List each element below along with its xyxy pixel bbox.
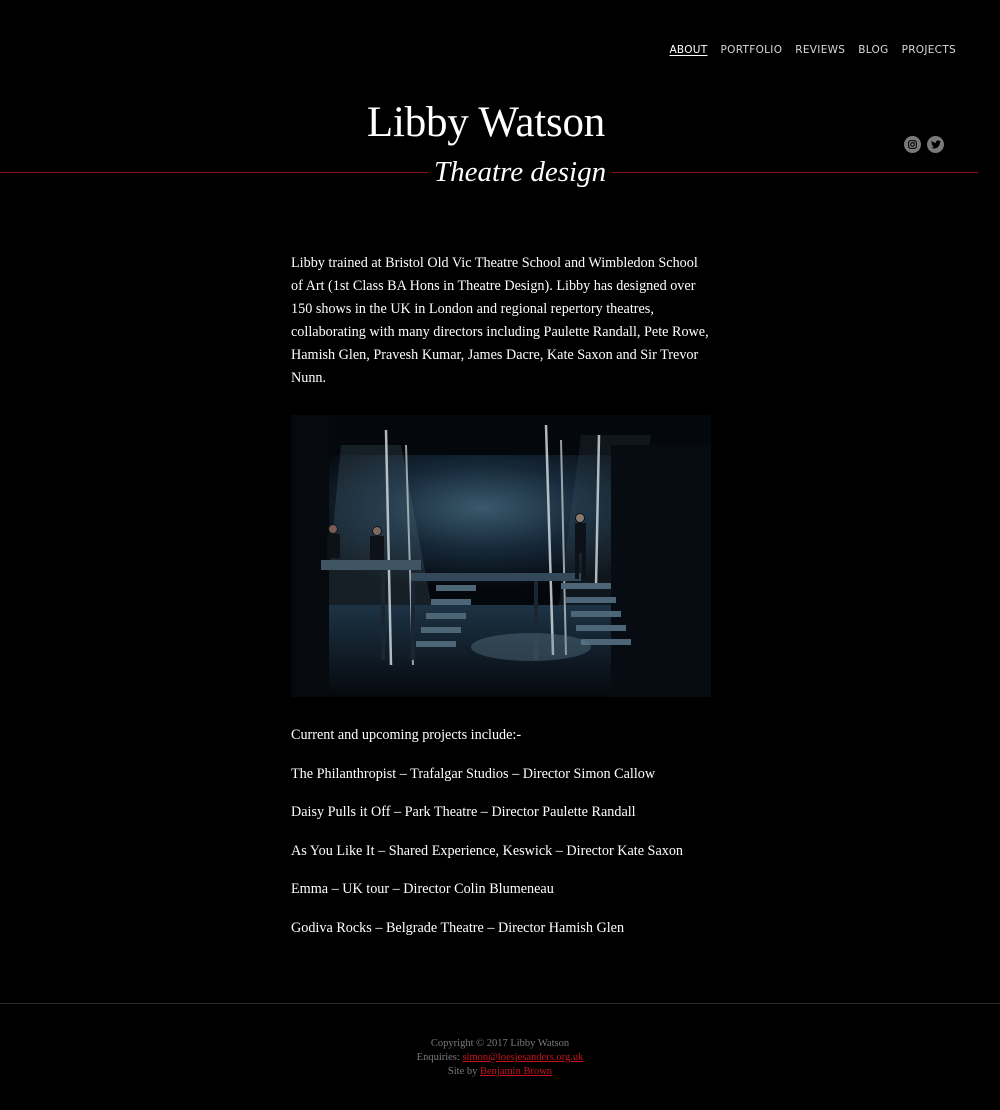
tagline-row: Theatre design — [0, 157, 978, 187]
footer-divider — [0, 1003, 1000, 1004]
site-by-label: Site by — [447, 1066, 478, 1077]
enquiries-email-link[interactable]: simon@loesjesanders.org.uk — [462, 1052, 583, 1063]
nav-projects[interactable]: PROJECTS — [902, 44, 956, 56]
list-item: Godiva Rocks – Belgrade Theatre – Direct… — [291, 919, 625, 936]
site-by-line: Site by Benjamin Brown — [0, 1065, 1000, 1079]
projects-heading: Current and upcoming projects include:- — [291, 727, 522, 743]
intro-paragraph: Libby trained at Bristol Old Vic Theatre… — [291, 255, 709, 386]
nav-blog[interactable]: BLOG — [858, 44, 888, 56]
site-by-link[interactable]: Benjamin Brown — [480, 1066, 552, 1077]
copyright-text: Copyright © 2017 Libby Watson — [430, 1038, 570, 1049]
nav-reviews[interactable]: REVIEWS — [795, 44, 845, 56]
list-item: As You Like It – Shared Experience, Kesw… — [291, 842, 684, 859]
site-title[interactable]: Libby Watson — [0, 100, 972, 146]
list-item: Daisy Pulls it Off – Park Theatre – Dire… — [291, 804, 636, 820]
projects-list: Current and upcoming projects include:- … — [291, 724, 711, 940]
main-content: Libby trained at Bristol Old Vic Theatre… — [291, 252, 711, 955]
instagram-icon[interactable] — [904, 136, 921, 153]
social-links — [904, 136, 944, 153]
enquiries-label: Enquiries: — [416, 1052, 460, 1063]
site-tagline: Theatre design — [428, 157, 613, 187]
main-nav: ABOUT PORTFOLIO REVIEWS BLOG PROJECTS — [669, 44, 956, 56]
nav-portfolio[interactable]: PORTFOLIO — [721, 44, 783, 56]
list-item: The Philanthropist – Trafalgar Studios –… — [291, 765, 656, 782]
list-item: Emma – UK tour – Director Colin Blumenea… — [291, 881, 554, 897]
enquiries-line: Enquiries: simon@loesjesanders.org.uk — [0, 1051, 1000, 1065]
footer: Copyright © 2017 Libby Watson Enquiries:… — [0, 1037, 1000, 1079]
stage-photo — [291, 415, 711, 697]
nav-about[interactable]: ABOUT — [669, 44, 707, 56]
twitter-icon[interactable] — [927, 136, 944, 153]
